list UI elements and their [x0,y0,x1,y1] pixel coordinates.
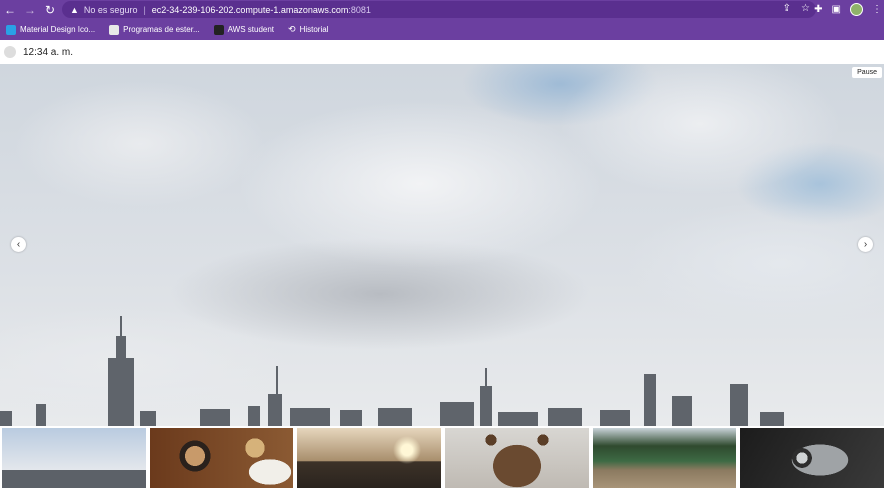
bookmark-aws-student[interactable]: AWS student [213,24,275,35]
profile-avatar[interactable] [850,3,863,16]
chevron-right-icon: › [863,239,868,250]
thumbnail-lake-dock[interactable] [592,428,737,488]
url-host: ec2-34-239-106-202.compute-1.amazonaws.c… [151,4,349,15]
url-port: :8081 [348,4,371,15]
address-bar-actions: ⇪ ☆ [783,3,810,14]
bookmark-historial[interactable]: ⟲ Historial [288,24,328,35]
bookmark-label: Programas de ester... [123,25,200,34]
chevron-left-icon: ‹ [16,239,21,250]
bookmarks-bar: Material Design Ico... Programas de este… [0,19,884,40]
extensions-icon[interactable]: ✚ [814,4,822,15]
material-design-icon [6,24,16,35]
bookmark-star-icon[interactable]: ☆ [801,3,810,14]
share-icon[interactable]: ⇪ [783,3,791,14]
thumbnail-sunset-valley[interactable] [297,428,442,488]
bookmark-label: Material Design Ico... [20,25,96,34]
bookmark-label: Historial [299,25,329,34]
city-skyline-silhouette [0,316,784,426]
clock-bar: 12:34 a. m. [0,40,884,64]
carousel-prev-button[interactable]: ‹ [11,237,26,252]
side-panel-icon[interactable]: ▣ [832,4,841,15]
address-separator: | [143,4,146,15]
thumbnail-city-skyline[interactable] [2,428,146,488]
clock-icon [4,46,16,58]
thumbnail-coffee-cup[interactable] [149,428,294,488]
menu-icon[interactable]: ⋮ [872,4,882,15]
thumbnail-bear[interactable] [445,428,589,488]
reload-icon[interactable]: ↻ [40,0,60,19]
browser-chrome: ← → ↻ ▲ No es seguro | ec2-34-239-106-20… [0,0,884,40]
aws-icon [213,24,224,35]
history-icon: ⟲ [288,24,296,34]
bookmark-label: AWS student [227,25,275,34]
toolbar-actions: ✚ ▣ ⋮ [814,1,882,18]
back-icon[interactable]: ← [0,0,20,19]
thumbnail-camera[interactable] [740,428,884,488]
address-bar[interactable]: ▲ No es seguro | ec2-34-239-106-202.comp… [62,1,816,18]
carousel-next-button[interactable]: › [858,237,873,252]
warning-icon: ▲ [70,4,79,15]
clock-time: 12:34 a. m. [23,46,74,58]
carousel-main-image: ‹ › Pause [0,64,884,426]
thumbnail-strip [0,428,884,492]
bookmark-programas[interactable]: Programas de ester... [109,24,200,35]
bookmark-material-design[interactable]: Material Design Ico... [6,24,96,35]
pause-button[interactable]: Pause [852,67,882,78]
forward-icon[interactable]: → [20,0,40,19]
page-icon [109,24,120,35]
security-label: No es seguro [83,4,138,15]
